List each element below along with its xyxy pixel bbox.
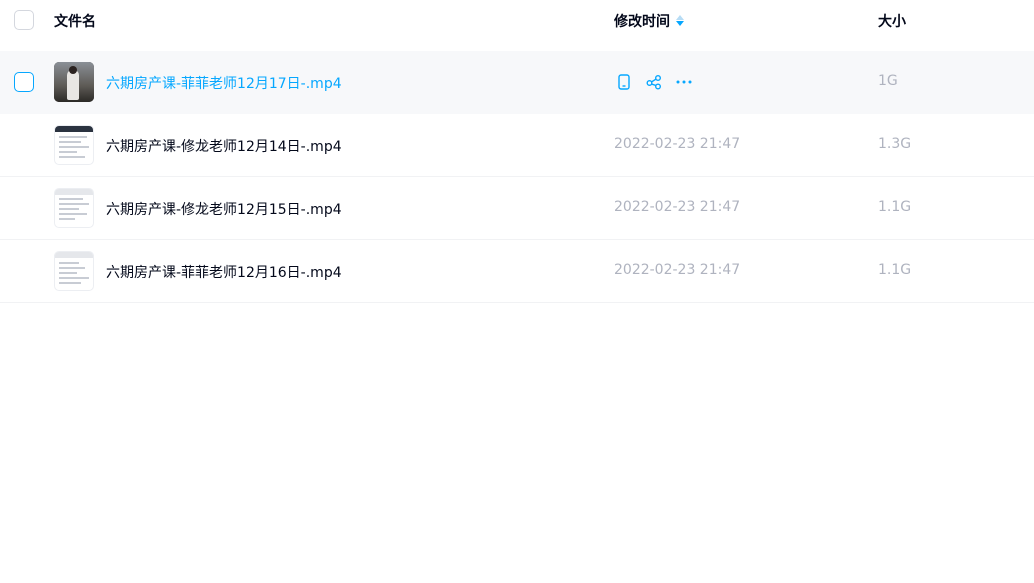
more-icon[interactable] — [674, 72, 694, 92]
column-header-modified[interactable]: 修改时间 — [614, 11, 685, 31]
file-row[interactable]: 六期房产课-修龙老师12月15日-.mp4 2022-02-23 21:47 1… — [0, 177, 1034, 240]
video-thumbnail[interactable] — [54, 125, 94, 165]
file-modified-time: 2022-02-23 21:47 — [614, 136, 741, 152]
column-header-modified-label: 修改时间 — [614, 14, 670, 30]
file-size: 1G — [878, 73, 898, 89]
phone-icon[interactable] — [614, 72, 634, 92]
file-row[interactable]: 六期房产课-修龙老师12月14日-.mp4 2022-02-23 21:47 1… — [0, 114, 1034, 177]
file-list-header: 文件名 修改时间 大小 — [0, 0, 1034, 40]
file-name-link[interactable]: 六期房产课-修龙老师12月15日-.mp4 — [106, 199, 342, 219]
video-thumbnail[interactable] — [54, 251, 94, 291]
file-row[interactable]: 六期房产课-菲菲老师12月17日-.mp4 1G — [0, 51, 1034, 114]
share-icon[interactable] — [644, 72, 664, 92]
row-checkbox[interactable] — [14, 72, 34, 92]
video-thumbnail[interactable] — [54, 188, 94, 228]
file-name-link[interactable]: 六期房产课-菲菲老师12月16日-.mp4 — [106, 262, 342, 282]
column-header-size[interactable]: 大小 — [878, 11, 906, 31]
sort-icon[interactable] — [676, 15, 685, 27]
file-size: 1.3G — [878, 136, 912, 152]
video-thumbnail[interactable] — [54, 62, 94, 102]
file-list: 六期房产课-菲菲老师12月17日-.mp4 1G 六期房产课-修龙老师12月14… — [0, 51, 1034, 303]
file-modified-time: 2022-02-23 21:47 — [614, 262, 741, 278]
select-all-checkbox[interactable] — [14, 10, 34, 30]
file-modified-time: 2022-02-23 21:47 — [614, 199, 741, 215]
column-header-name[interactable]: 文件名 — [54, 11, 96, 31]
file-name-link[interactable]: 六期房产课-菲菲老师12月17日-.mp4 — [106, 73, 342, 93]
file-row[interactable]: 六期房产课-菲菲老师12月16日-.mp4 2022-02-23 21:47 1… — [0, 240, 1034, 303]
file-size: 1.1G — [878, 262, 912, 278]
file-size: 1.1G — [878, 199, 912, 215]
row-actions — [614, 72, 704, 92]
file-name-link[interactable]: 六期房产课-修龙老师12月14日-.mp4 — [106, 136, 342, 156]
